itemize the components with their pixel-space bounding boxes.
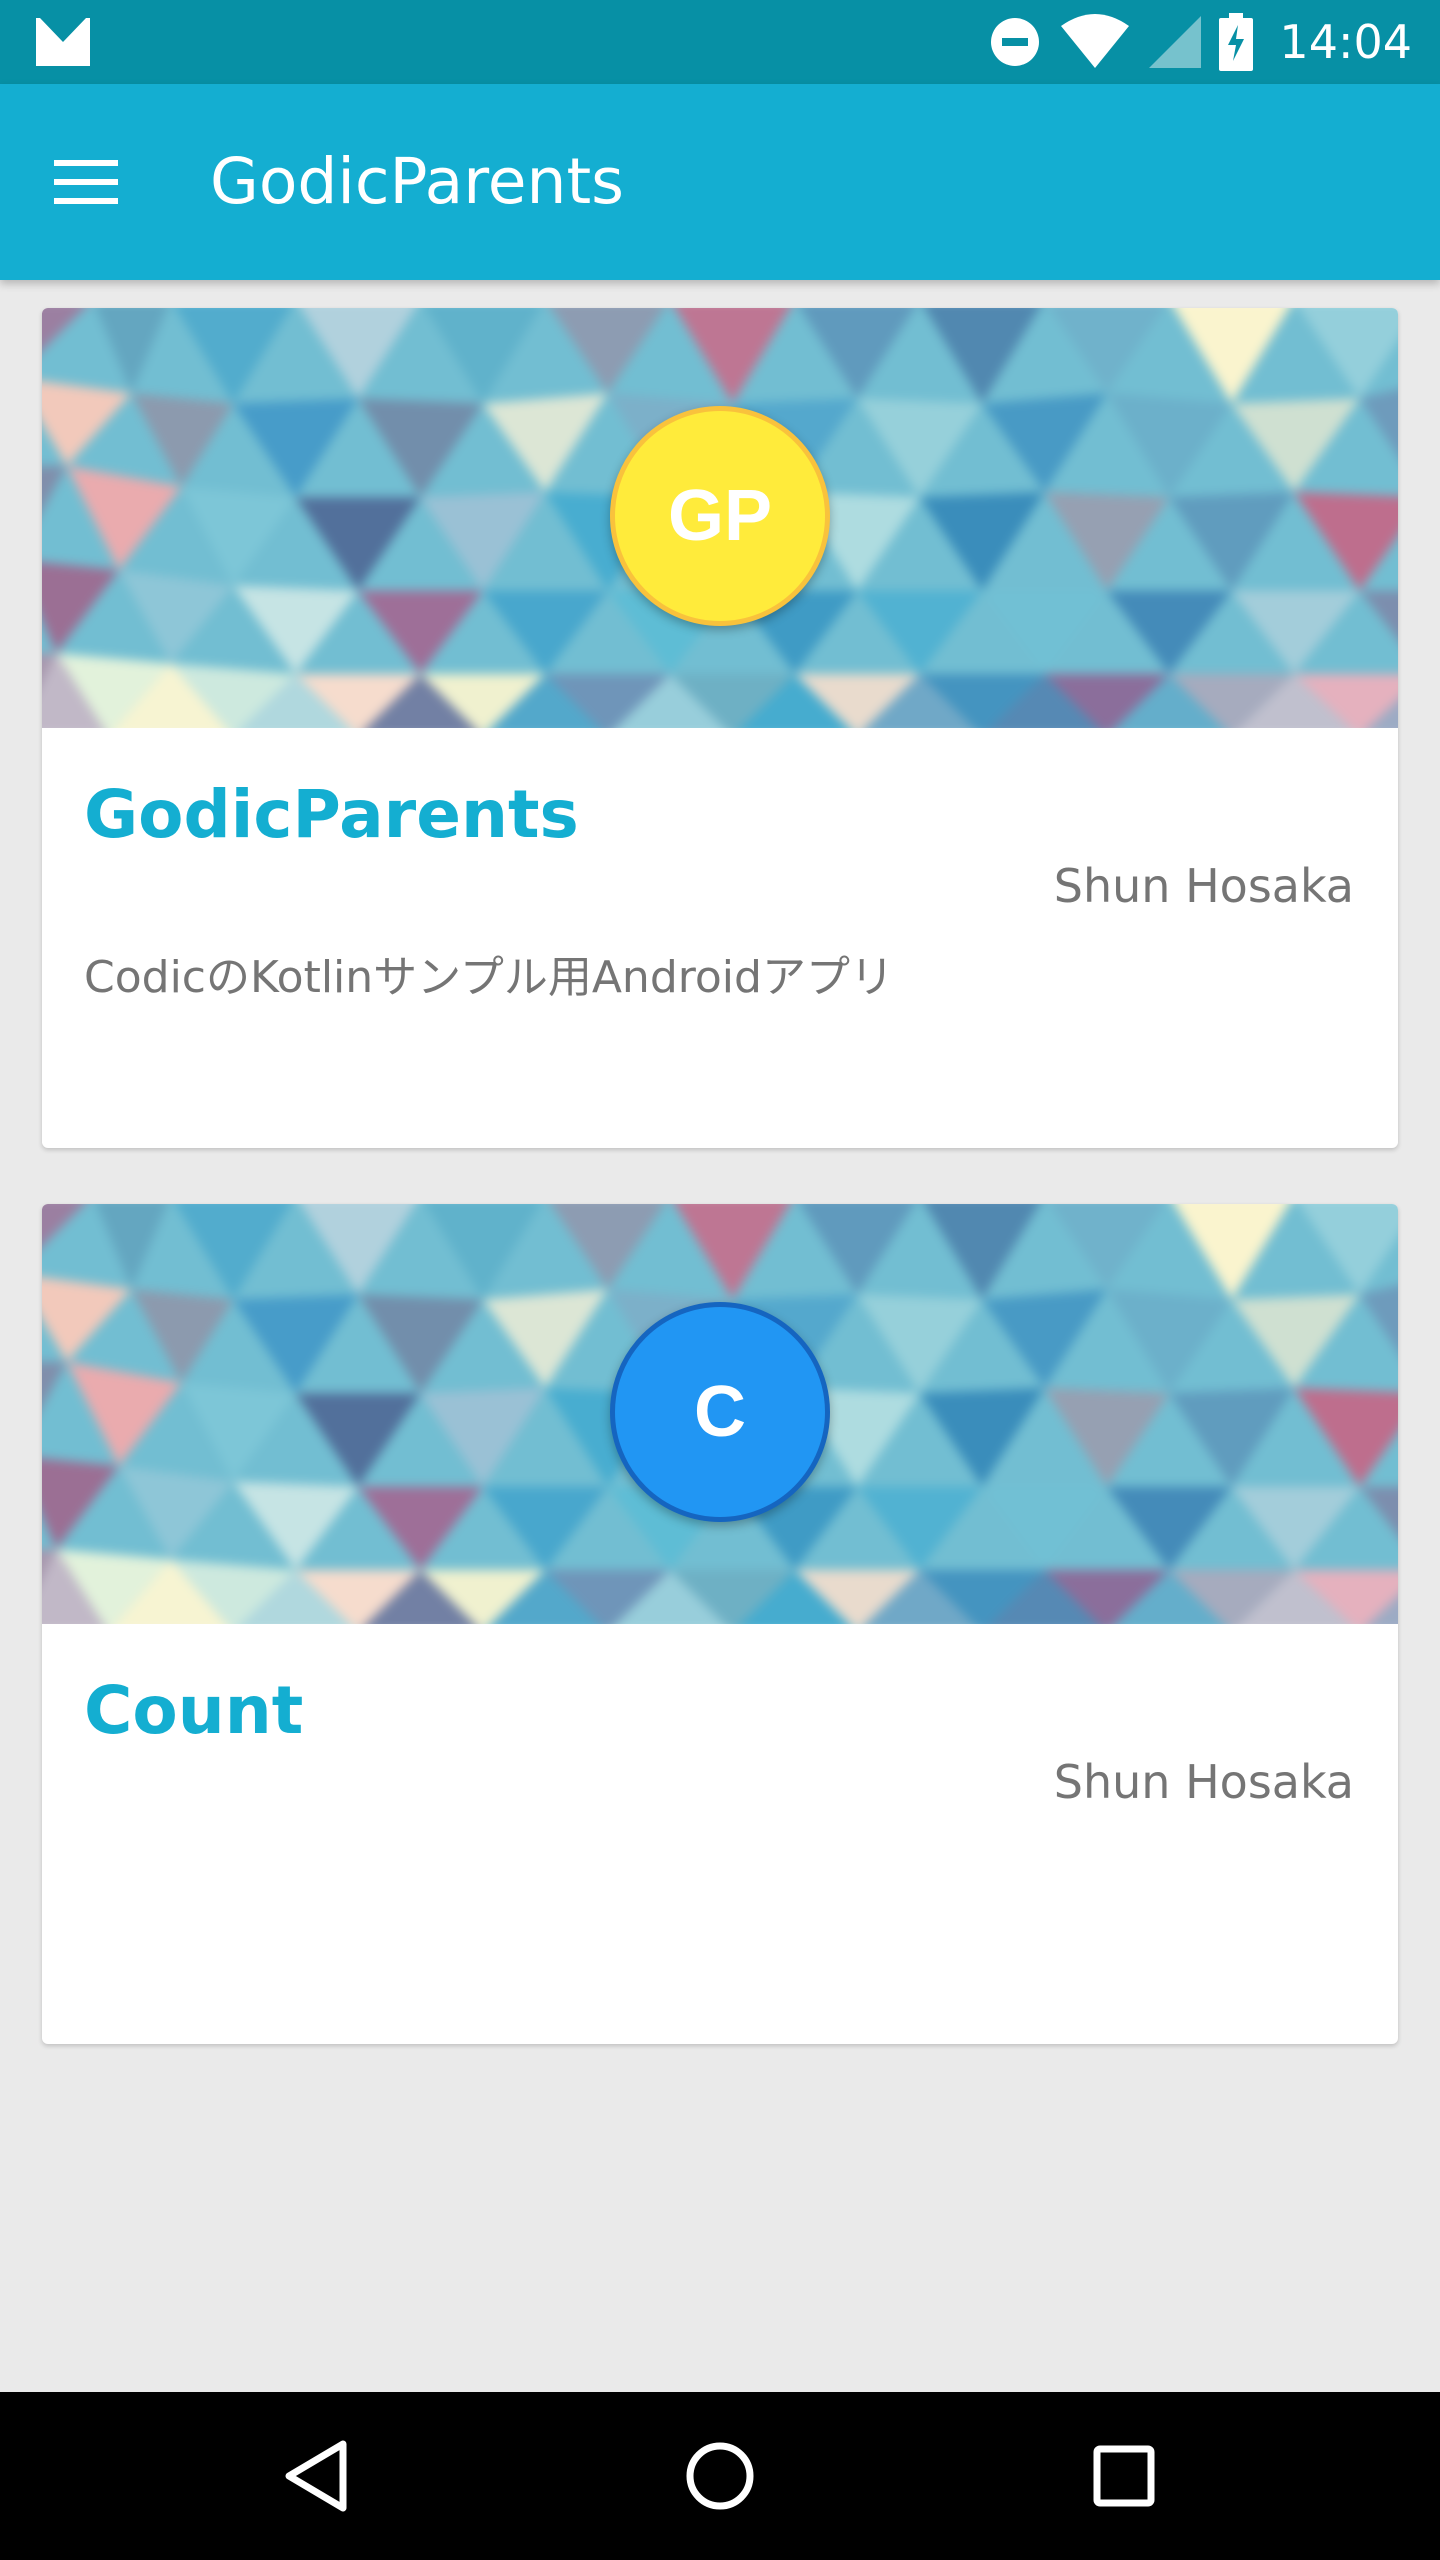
- navigation-bar: [0, 2392, 1440, 2560]
- back-button[interactable]: [268, 2428, 364, 2524]
- project-avatar: GP: [610, 406, 830, 626]
- project-description: CodicのKotlinサンプル用Androidアプリ: [84, 952, 894, 1003]
- project-title: Count: [84, 1672, 304, 1749]
- project-card[interactable]: GP GodicParents Shun Hosaka CodicのKotlin…: [42, 308, 1398, 1148]
- project-card[interactable]: C Count Shun Hosaka: [42, 1204, 1398, 2044]
- card-header-image: C: [42, 1204, 1398, 1624]
- status-clock: 14:04: [1279, 15, 1412, 69]
- project-author: Shun Hosaka: [1053, 859, 1354, 913]
- home-icon: [686, 2442, 754, 2510]
- project-avatar: C: [610, 1302, 830, 1522]
- home-button[interactable]: [672, 2428, 768, 2524]
- back-icon: [285, 2440, 347, 2512]
- app-title: GodicParents: [210, 145, 624, 218]
- recent-apps-button[interactable]: [1076, 2428, 1172, 2524]
- project-author: Shun Hosaka: [1053, 1755, 1354, 1809]
- recent-apps-icon: [1093, 2445, 1155, 2507]
- status-icons: 14:04: [989, 0, 1412, 84]
- card-header-image: GP: [42, 308, 1398, 728]
- project-title: GodicParents: [84, 776, 579, 853]
- hamburger-menu-icon: [54, 160, 118, 204]
- app-bar: GodicParents: [0, 84, 1440, 280]
- menu-button[interactable]: [44, 140, 128, 224]
- do-not-disturb-icon: [991, 18, 1040, 66]
- status-bar: 14:04: [0, 0, 1440, 84]
- battery-charging-icon: [1219, 13, 1254, 71]
- gmail-icon: [36, 18, 90, 66]
- cell-signal-icon: [1149, 16, 1202, 68]
- wifi-icon: [1061, 14, 1130, 68]
